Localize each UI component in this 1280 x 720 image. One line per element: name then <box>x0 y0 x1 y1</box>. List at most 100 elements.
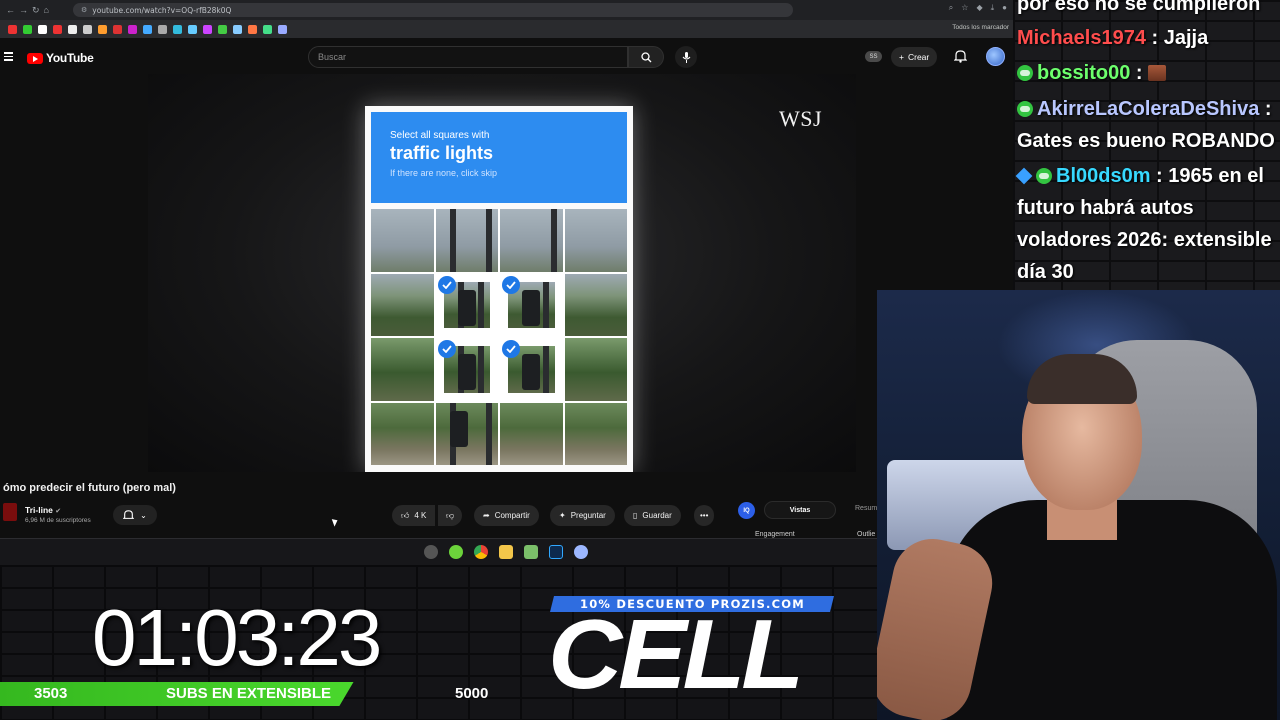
youtube-logo-text: YouTube <box>46 51 94 65</box>
chat-username[interactable]: Bl00ds0m <box>1056 165 1151 187</box>
subs-goal-bar: 3503 SUBS EN EXTENSIBLE 5000 <box>0 682 505 706</box>
bookmark-icon[interactable] <box>203 24 212 34</box>
ss-badge[interactable]: SS <box>865 51 882 62</box>
captcha-tile[interactable] <box>371 402 434 465</box>
traffic-light-shape <box>457 289 476 326</box>
reload-icon[interactable]: ↻ <box>32 5 40 16</box>
bookmark-icon[interactable] <box>233 24 242 34</box>
more-actions-button[interactable]: ••• <box>694 505 715 526</box>
app-icon[interactable] <box>574 545 588 559</box>
voice-search-button[interactable] <box>675 46 697 68</box>
bookmark-icon[interactable] <box>98 24 107 34</box>
bookmark-icon[interactable] <box>53 24 62 34</box>
create-button[interactable]: + Crear <box>891 47 938 67</box>
save-button[interactable]: ▯ Guardar <box>624 505 681 526</box>
bookmark-icon[interactable] <box>83 24 92 34</box>
captcha-frame: Select all squares with traffic lights I… <box>365 106 633 472</box>
captcha-tile[interactable] <box>371 273 434 336</box>
taskbar <box>0 538 877 565</box>
chat-message: bossito00 : <box>1017 57 1167 89</box>
captcha-tile[interactable] <box>564 273 627 336</box>
bookmark-icon[interactable] <box>188 24 197 34</box>
share-button[interactable]: ➦ Compartir <box>474 505 539 526</box>
profile-icon[interactable]: ● <box>1002 3 1007 13</box>
chat-username[interactable]: Michaels1974 <box>1017 27 1146 49</box>
captcha-tile[interactable] <box>564 209 627 272</box>
zoom-icon[interactable]: ⌕ <box>949 3 953 13</box>
all-bookmarks-folder[interactable]: Todos los marcador <box>952 24 1009 31</box>
dislike-button[interactable]: 👎︎ <box>438 505 463 526</box>
forward-icon[interactable]: → <box>19 5 28 16</box>
extensions-icon[interactable]: ◆ <box>976 3 982 13</box>
bookmark-icon[interactable] <box>278 24 287 34</box>
captcha-tile-image <box>435 402 498 465</box>
tab-vistas[interactable]: Vistas <box>764 501 836 519</box>
photoshop-icon[interactable] <box>549 545 563 559</box>
captcha-tile[interactable] <box>500 338 563 401</box>
captcha-instruction: Select all squares with <box>390 130 490 141</box>
bookmark-icon[interactable] <box>23 24 32 34</box>
obs-icon[interactable] <box>424 545 438 559</box>
captcha-tile[interactable] <box>500 273 563 336</box>
captcha-tile[interactable] <box>371 338 434 401</box>
home-icon[interactable]: ⌂ <box>44 5 49 16</box>
subs-label: SUBS EN EXTENSIBLE <box>166 685 332 702</box>
captcha-tile[interactable] <box>564 338 627 401</box>
notifications-bell-icon[interactable] <box>954 49 967 63</box>
bookmark-icon[interactable] <box>143 24 152 34</box>
address-bar[interactable]: ⚙ youtube.com/watch?v=OQ-rfB28k0Q <box>72 3 793 17</box>
bookmark-icon[interactable] <box>248 24 257 34</box>
download-icon[interactable]: ⤓ <box>991 3 995 13</box>
bell-icon <box>123 510 135 519</box>
bookmark-icon[interactable] <box>218 24 227 34</box>
tab-resumen[interactable]: Resum <box>855 505 877 512</box>
plus-icon: + <box>899 52 904 62</box>
captcha-tile[interactable] <box>435 338 498 401</box>
minecraft-icon[interactable] <box>524 545 538 559</box>
spotify-icon[interactable] <box>449 545 463 559</box>
captcha-tile[interactable] <box>435 209 498 272</box>
bookmark-icon[interactable] <box>113 24 122 34</box>
bookmark-icon[interactable] <box>68 24 77 34</box>
chat-username[interactable]: AkirreLaColeraDeShiva <box>1037 98 1259 120</box>
subscription-bell-button[interactable]: ⌄ <box>113 505 157 525</box>
site-info-icon[interactable]: ⚙ <box>81 6 87 14</box>
chrome-icon[interactable] <box>474 545 488 559</box>
bookmark-icon[interactable] <box>38 24 47 34</box>
file-explorer-icon[interactable] <box>499 545 513 559</box>
video-player[interactable]: WSJ Select all squares with traffic ligh… <box>148 74 856 472</box>
captcha-tile[interactable] <box>435 402 498 465</box>
bookmark-star-icon[interactable]: ☆ <box>961 3 968 13</box>
account-avatar[interactable] <box>986 47 1005 66</box>
captcha-tile[interactable] <box>500 209 563 272</box>
bookmark-icon[interactable] <box>173 24 182 34</box>
back-icon[interactable]: ← <box>6 5 15 16</box>
captcha-tile[interactable] <box>371 209 434 272</box>
captcha-tile-image <box>371 273 434 336</box>
traffic-light-shape <box>522 354 540 390</box>
bookmark-icon[interactable] <box>263 24 272 34</box>
search-input[interactable]: Buscar <box>308 46 628 68</box>
checkmark-icon <box>437 340 456 358</box>
captcha-tile[interactable] <box>564 402 627 465</box>
chat-username[interactable]: bossito00 <box>1037 62 1130 84</box>
like-button[interactable]: 👍︎ 4 K <box>392 505 436 526</box>
bookmark-icon[interactable] <box>158 24 167 34</box>
ask-button[interactable]: ✦ Preguntar <box>550 505 615 526</box>
youtube-logo[interactable]: YouTube <box>27 51 94 65</box>
captcha-tile[interactable] <box>435 273 498 336</box>
search-button[interactable] <box>628 46 664 68</box>
bookmark-icon[interactable] <box>8 24 17 34</box>
subs-current: 3503 <box>34 685 68 702</box>
hamburger-menu-icon[interactable] <box>4 52 13 61</box>
captcha-hint: If there are none, click skip <box>390 168 498 178</box>
captcha-target: traffic lights <box>390 143 494 163</box>
iq-icon[interactable]: IQ <box>738 502 755 519</box>
bookmark-icon[interactable] <box>128 24 137 34</box>
channel-avatar[interactable] <box>3 503 17 521</box>
captcha-tile[interactable] <box>500 402 563 465</box>
channel-name[interactable]: Tri-line ✔ <box>25 505 61 515</box>
pole-shape <box>542 281 549 328</box>
traffic-light-shape <box>457 354 476 390</box>
captcha-header: Select all squares with traffic lights I… <box>371 112 627 203</box>
